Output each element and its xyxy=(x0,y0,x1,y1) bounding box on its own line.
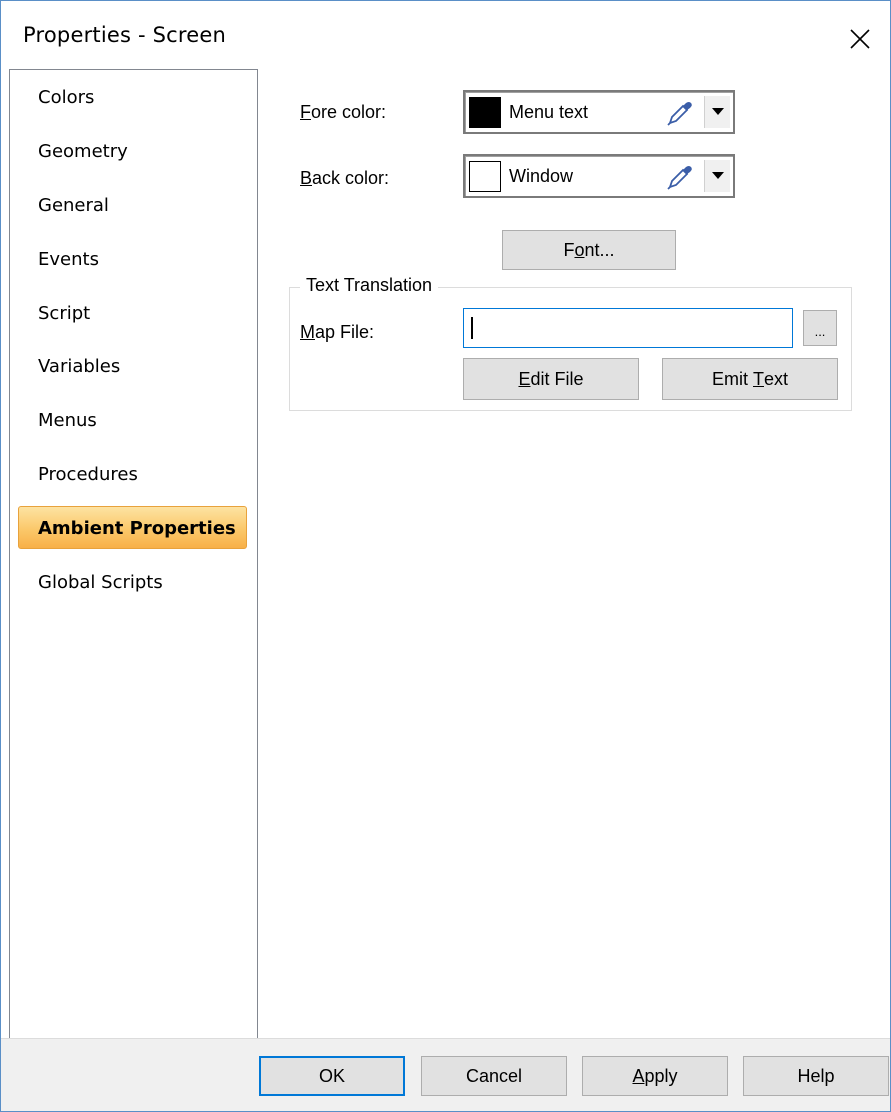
emit-text-accel: T xyxy=(753,368,764,389)
dialog-client: Colors Geometry General Events Script Va… xyxy=(1,69,890,1111)
fore-color-label: Fore color: xyxy=(300,102,386,123)
chevron-down-icon xyxy=(711,108,724,115)
back-color-swatch xyxy=(469,161,501,192)
eyedropper-icon xyxy=(667,166,692,190)
map-file-accel: M xyxy=(300,322,315,342)
back-color-eyedropper[interactable] xyxy=(665,162,695,192)
fore-color-label-text: ore color: xyxy=(311,102,387,122)
back-color-combo[interactable]: Window xyxy=(463,154,735,198)
text-caret xyxy=(471,317,473,339)
back-color-label-text: ack color: xyxy=(312,168,390,188)
nav-item-variables[interactable]: Variables xyxy=(18,344,247,387)
nav-item-menus[interactable]: Menus xyxy=(18,398,247,441)
map-file-label-text: ap File: xyxy=(315,322,375,342)
nav-item-procedures[interactable]: Procedures xyxy=(18,452,247,495)
nav-item-script[interactable]: Script xyxy=(18,291,247,334)
font-button-pre: F xyxy=(563,239,575,260)
fore-color-combo[interactable]: Menu text xyxy=(463,90,735,134)
fore-color-eyedropper[interactable] xyxy=(665,98,695,128)
nav-item-global-scripts[interactable]: Global Scripts xyxy=(18,560,247,603)
fore-color-swatch xyxy=(469,97,501,128)
edit-file-button[interactable]: Edit File xyxy=(463,358,639,400)
properties-dialog: Properties - Screen Colors Geometry Gene… xyxy=(0,0,891,1112)
chevron-down-icon xyxy=(711,172,724,179)
back-color-label: Back color: xyxy=(300,168,389,189)
fore-color-dropdown[interactable] xyxy=(704,96,730,128)
fore-color-accel: F xyxy=(300,102,311,122)
close-button[interactable] xyxy=(830,1,890,77)
nav-item-ambient-properties[interactable]: Ambient Properties xyxy=(18,506,247,549)
category-list: Colors Geometry General Events Script Va… xyxy=(9,69,258,1039)
edit-file-label: dit File xyxy=(530,368,584,389)
eyedropper-icon xyxy=(667,102,692,126)
map-file-label: Map File: xyxy=(300,322,374,343)
ok-button[interactable]: OK xyxy=(259,1056,405,1096)
close-icon xyxy=(850,29,870,49)
map-file-input[interactable] xyxy=(463,308,793,348)
apply-button[interactable]: Apply xyxy=(582,1056,728,1096)
nav-item-colors[interactable]: Colors xyxy=(18,75,247,118)
text-translation-title: Text Translation xyxy=(300,275,439,296)
font-button[interactable]: Fo nt... xyxy=(502,230,676,270)
emit-text-button[interactable]: Emit Text xyxy=(662,358,838,400)
nav-item-geometry[interactable]: Geometry xyxy=(18,129,247,172)
fore-color-value: Menu text xyxy=(509,102,589,122)
nav-item-general[interactable]: General xyxy=(18,183,247,226)
emit-text-post: ext xyxy=(764,368,789,389)
browse-button[interactable]: ... xyxy=(803,310,837,346)
title-bar: Properties - Screen xyxy=(1,1,890,77)
help-button[interactable]: Help xyxy=(743,1056,889,1096)
font-button-accel: o xyxy=(574,239,585,260)
window-title: Properties - Screen xyxy=(23,23,227,47)
back-color-dropdown[interactable] xyxy=(704,160,730,192)
apply-label: pply xyxy=(644,1065,678,1086)
apply-accel: A xyxy=(632,1065,645,1086)
nav-item-events[interactable]: Events xyxy=(18,237,247,280)
back-color-value: Window xyxy=(509,166,574,186)
back-color-accel: B xyxy=(300,168,313,188)
cancel-button[interactable]: Cancel xyxy=(421,1056,567,1096)
emit-text-pre: Emit xyxy=(711,368,753,389)
edit-file-accel: E xyxy=(518,368,531,389)
font-button-post: nt... xyxy=(584,239,615,260)
